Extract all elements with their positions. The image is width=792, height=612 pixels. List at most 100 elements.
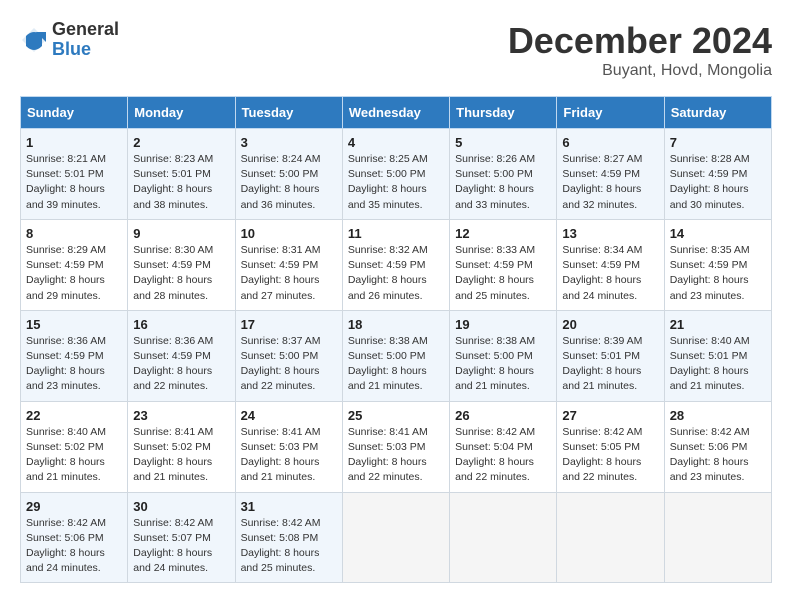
daylight-text: Daylight: 8 hours and 27 minutes.: [241, 274, 320, 301]
sunset-text: Sunset: 5:00 PM: [455, 350, 533, 362]
calendar-cell: 24Sunrise: 8:41 AMSunset: 5:03 PMDayligh…: [235, 401, 342, 492]
sunrise-text: Sunrise: 8:30 AM: [133, 244, 213, 256]
sunrise-text: Sunrise: 8:23 AM: [133, 153, 213, 165]
sunrise-text: Sunrise: 8:27 AM: [562, 153, 642, 165]
cell-content: Sunrise: 8:24 AMSunset: 5:00 PMDaylight:…: [241, 152, 337, 213]
sunset-text: Sunset: 4:59 PM: [133, 259, 211, 271]
day-number: 16: [133, 317, 229, 332]
calendar-cell: 10Sunrise: 8:31 AMSunset: 4:59 PMDayligh…: [235, 219, 342, 310]
sunrise-text: Sunrise: 8:34 AM: [562, 244, 642, 256]
day-number: 23: [133, 408, 229, 423]
day-number: 31: [241, 499, 337, 514]
calendar-cell: 8Sunrise: 8:29 AMSunset: 4:59 PMDaylight…: [21, 219, 128, 310]
sunrise-text: Sunrise: 8:38 AM: [348, 335, 428, 347]
day-number: 7: [670, 135, 766, 150]
daylight-text: Daylight: 8 hours and 26 minutes.: [348, 274, 427, 301]
daylight-text: Daylight: 8 hours and 25 minutes.: [455, 274, 534, 301]
day-number: 11: [348, 226, 444, 241]
sunset-text: Sunset: 5:04 PM: [455, 441, 533, 453]
calendar-cell: [342, 492, 449, 583]
calendar-cell: 6Sunrise: 8:27 AMSunset: 4:59 PMDaylight…: [557, 129, 664, 220]
daylight-text: Daylight: 8 hours and 22 minutes.: [348, 456, 427, 483]
daylight-text: Daylight: 8 hours and 25 minutes.: [241, 547, 320, 574]
daylight-text: Daylight: 8 hours and 21 minutes.: [670, 365, 749, 392]
cell-content: Sunrise: 8:36 AMSunset: 4:59 PMDaylight:…: [133, 334, 229, 395]
day-number: 19: [455, 317, 551, 332]
day-number: 2: [133, 135, 229, 150]
sunset-text: Sunset: 5:07 PM: [133, 532, 211, 544]
day-number: 26: [455, 408, 551, 423]
week-row-4: 22Sunrise: 8:40 AMSunset: 5:02 PMDayligh…: [21, 401, 772, 492]
sunrise-text: Sunrise: 8:42 AM: [562, 426, 642, 438]
sunset-text: Sunset: 5:00 PM: [348, 350, 426, 362]
day-number: 13: [562, 226, 658, 241]
calendar-cell: 21 Sunrise: 8:40 AMSunset: 5:01 PMDayligh…: [664, 310, 771, 401]
calendar-cell: 12Sunrise: 8:33 AMSunset: 4:59 PMDayligh…: [450, 219, 557, 310]
day-number: 25: [348, 408, 444, 423]
header-cell-monday: Monday: [128, 97, 235, 129]
cell-content: Sunrise: 8:26 AMSunset: 5:00 PMDaylight:…: [455, 152, 551, 213]
day-number: 28: [670, 408, 766, 423]
cell-content: Sunrise: 8:32 AMSunset: 4:59 PMDaylight:…: [348, 243, 444, 304]
cell-content: Sunrise: 8:42 AMSunset: 5:06 PMDaylight:…: [670, 425, 766, 486]
calendar-cell: 23Sunrise: 8:41 AMSunset: 5:02 PMDayligh…: [128, 401, 235, 492]
day-number: 3: [241, 135, 337, 150]
sunrise-text: Sunrise: 8:42 AM: [670, 426, 750, 438]
sunset-text: Sunset: 4:59 PM: [241, 259, 319, 271]
day-number: 1: [26, 135, 122, 150]
daylight-text: Daylight: 8 hours and 39 minutes.: [26, 183, 105, 210]
calendar-cell: 7Sunrise: 8:28 AMSunset: 4:59 PMDaylight…: [664, 129, 771, 220]
day-number: 15: [26, 317, 122, 332]
calendar-cell: 2Sunrise: 8:23 AMSunset: 5:01 PMDaylight…: [128, 129, 235, 220]
daylight-text: Daylight: 8 hours and 32 minutes.: [562, 183, 641, 210]
cell-content: Sunrise: 8:30 AMSunset: 4:59 PMDaylight:…: [133, 243, 229, 304]
sunset-text: Sunset: 5:06 PM: [26, 532, 104, 544]
calendar-cell: 26 Sunrise: 8:42 AMSunset: 5:04 PMDayligh…: [450, 401, 557, 492]
daylight-text: Daylight: 8 hours and 24 minutes.: [133, 547, 212, 574]
calendar-cell: 5 Sunrise: 8:26 AMSunset: 5:00 PMDaylight…: [450, 129, 557, 220]
calendar-cell: 9Sunrise: 8:30 AMSunset: 4:59 PMDaylight…: [128, 219, 235, 310]
daylight-text: Daylight: 8 hours and 35 minutes.: [348, 183, 427, 210]
header-cell-thursday: Thursday: [450, 97, 557, 129]
sunset-text: Sunset: 5:01 PM: [133, 168, 211, 180]
calendar-cell: 28 Sunrise: 8:42 AMSunset: 5:06 PMDayligh…: [664, 401, 771, 492]
cell-content: Sunrise: 8:42 AMSunset: 5:04 PMDaylight:…: [455, 425, 551, 486]
cell-content: Sunrise: 8:21 AMSunset: 5:01 PMDaylight:…: [26, 152, 122, 213]
daylight-text: Daylight: 8 hours and 22 minutes.: [455, 456, 534, 483]
location-subtitle: Buyant, Hovd, Mongolia: [508, 62, 772, 80]
sunrise-text: Sunrise: 8:37 AM: [241, 335, 321, 347]
title-block: December 2024 Buyant, Hovd, Mongolia: [508, 20, 772, 80]
sunrise-text: Sunrise: 8:41 AM: [241, 426, 321, 438]
sunrise-text: Sunrise: 8:42 AM: [133, 517, 213, 529]
day-number: 30: [133, 499, 229, 514]
calendar-cell: 25Sunrise: 8:41 AMSunset: 5:03 PMDayligh…: [342, 401, 449, 492]
calendar-cell: 31Sunrise: 8:42 AMSunset: 5:08 PMDayligh…: [235, 492, 342, 583]
calendar-cell: 20Sunrise: 8:39 AMSunset: 5:01 PMDayligh…: [557, 310, 664, 401]
daylight-text: Daylight: 8 hours and 22 minutes.: [241, 365, 320, 392]
logo-icon: [20, 26, 48, 54]
day-number: 21: [670, 317, 766, 332]
sunset-text: Sunset: 5:01 PM: [670, 350, 748, 362]
header-cell-sunday: Sunday: [21, 97, 128, 129]
calendar-cell: 14Sunrise: 8:35 AMSunset: 4:59 PMDayligh…: [664, 219, 771, 310]
sunset-text: Sunset: 5:03 PM: [241, 441, 319, 453]
daylight-text: Daylight: 8 hours and 36 minutes.: [241, 183, 320, 210]
sunset-text: Sunset: 4:59 PM: [348, 259, 426, 271]
sunset-text: Sunset: 4:59 PM: [562, 168, 640, 180]
cell-content: Sunrise: 8:42 AMSunset: 5:06 PMDaylight:…: [26, 516, 122, 577]
day-number: 24: [241, 408, 337, 423]
cell-content: Sunrise: 8:42 AMSunset: 5:05 PMDaylight:…: [562, 425, 658, 486]
sunrise-text: Sunrise: 8:24 AM: [241, 153, 321, 165]
cell-content: Sunrise: 8:29 AMSunset: 4:59 PMDaylight:…: [26, 243, 122, 304]
cell-content: Sunrise: 8:40 AMSunset: 5:01 PMDaylight:…: [670, 334, 766, 395]
cell-content: Sunrise: 8:25 AMSunset: 5:00 PMDaylight:…: [348, 152, 444, 213]
calendar-cell: 15Sunrise: 8:36 AMSunset: 4:59 PMDayligh…: [21, 310, 128, 401]
cell-content: Sunrise: 8:27 AM Sunset: 4:59 PM Daylight:…: [562, 152, 658, 213]
logo-text: General Blue: [52, 20, 119, 60]
sunset-text: Sunset: 5:00 PM: [455, 168, 533, 180]
cell-content: Sunrise: 8:42 AM Sunset: 5:07 PM Daylight:…: [133, 516, 229, 577]
sunrise-text: Sunrise: 8:36 AM: [26, 335, 106, 347]
day-number: 5: [455, 135, 551, 150]
day-number: 18: [348, 317, 444, 332]
week-row-1: 1 Sunrise: 8:21 AMSunset: 5:01 PMDaylight…: [21, 129, 772, 220]
